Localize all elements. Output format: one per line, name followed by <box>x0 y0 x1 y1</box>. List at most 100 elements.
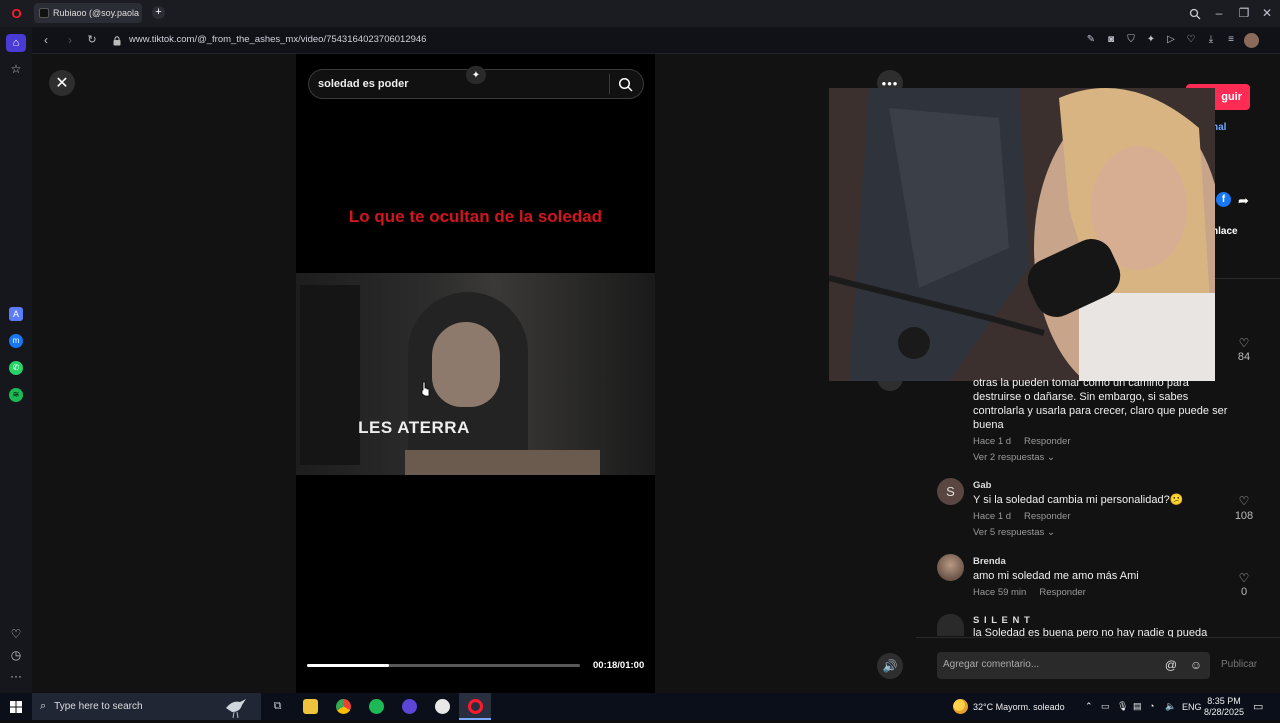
comment-author[interactable]: S I L E N T <box>973 615 1233 626</box>
search-icon[interactable] <box>618 77 633 92</box>
profile-avatar[interactable] <box>1244 33 1259 48</box>
new-tab-button[interactable]: + <box>152 6 165 19</box>
reload-icon[interactable]: ↻ <box>86 34 98 46</box>
maximize-button[interactable]: ❐ <box>1237 6 1251 20</box>
minimize-button[interactable]: – <box>1212 6 1226 20</box>
comment-input[interactable]: Agregar comentario... <box>943 659 1039 670</box>
ai-sparkle-icon[interactable]: ✦ <box>466 66 486 84</box>
more-icon[interactable]: ··· <box>9 669 23 683</box>
view-replies-label: Ver 2 respuestas <box>973 452 1045 463</box>
comment-item: S I L E N T la Soledad es buena pero no … <box>973 615 1233 637</box>
volume-button[interactable]: 🔊 <box>877 653 903 679</box>
extensions-icon[interactable]: ▷ <box>1165 34 1177 46</box>
reply-button[interactable]: Responder <box>1024 436 1070 447</box>
reply-button[interactable]: Responder <box>1039 587 1085 598</box>
video-person-face <box>432 322 500 407</box>
language-indicator[interactable]: ENG <box>1182 702 1202 712</box>
publish-button[interactable]: Publicar <box>1221 659 1257 670</box>
comment-text: otras la pueden tomar como un camino par… <box>973 376 1233 432</box>
close-window-button[interactable]: ✕ <box>1260 6 1274 20</box>
avatar[interactable] <box>937 554 964 581</box>
emoji-icon[interactable]: ☺ <box>1189 658 1203 672</box>
tab-search-icon[interactable] <box>1188 7 1201 20</box>
comment-line: controlarla y usarla para crecer, claro … <box>973 405 1228 417</box>
microphone-icon[interactable]: 🎙 <box>1117 701 1128 712</box>
video-time: 00:18/01:00 <box>593 660 645 671</box>
home-icon[interactable]: ⌂ <box>6 34 26 52</box>
webcam-overlay <box>829 88 1215 381</box>
wifi-icon[interactable]: ◔ <box>1149 701 1154 711</box>
network-icon[interactable]: ▤ <box>1133 701 1142 712</box>
like-icon[interactable]: ♡ <box>1231 336 1257 350</box>
comment-item: Brenda amo mi soledad me amo más Ami Hac… <box>973 556 1223 598</box>
comment-line: destruirse o dañarse. Sin embargo, si sa… <box>973 391 1189 403</box>
comment-text: amo mi soledad me amo más Ami <box>973 570 1139 582</box>
opera-logo-icon[interactable]: O <box>9 6 24 21</box>
avatar-letter: S <box>946 484 955 499</box>
chrome-icon[interactable] <box>336 699 351 714</box>
pinboard-icon[interactable]: ☆ <box>9 62 23 76</box>
tiktok-favicon-icon <box>39 8 49 18</box>
clock-time: 8:35 PM <box>1207 696 1241 706</box>
clock[interactable]: 8:35 PM 8/28/2025 <box>1204 696 1244 718</box>
comment-text: la Soledad es buena pero no hay nadie q … <box>973 627 1208 637</box>
forward-icon[interactable]: › <box>64 34 76 46</box>
facebook-share-icon[interactable]: f <box>1216 192 1231 207</box>
file-explorer-icon[interactable] <box>303 699 318 714</box>
comment-author[interactable]: Brenda <box>973 556 1223 567</box>
back-icon[interactable]: ‹ <box>40 34 52 46</box>
comment-item: otras la pueden tomar como un camino par… <box>973 376 1233 463</box>
comment-text: Y si la soledad cambia mi personalidad?😕 <box>973 494 1184 506</box>
like-icon[interactable]: ♡ <box>1231 571 1257 585</box>
spotify-taskbar-icon[interactable] <box>369 699 384 714</box>
heart-icon[interactable]: ♡ <box>9 627 23 641</box>
copy-link-button[interactable]: nlace <box>1212 226 1238 237</box>
vpn-icon[interactable]: ✦ <box>1145 34 1157 46</box>
menu-icon[interactable]: ≡ <box>1225 34 1237 46</box>
task-view-icon[interactable]: ⧉ <box>270 699 285 714</box>
windows-start-icon[interactable] <box>10 700 22 713</box>
history-icon[interactable]: ◷ <box>9 648 23 662</box>
messenger-icon[interactable]: m <box>9 334 23 348</box>
view-replies-button[interactable]: Ver 2 respuestas ⌄ <box>973 452 1233 463</box>
share-icon[interactable]: ➦ <box>1238 193 1249 209</box>
weather-text[interactable]: 32°C Mayorm. soleado <box>973 702 1065 712</box>
browser-tab-bar <box>0 0 1280 27</box>
avatar[interactable]: S <box>937 478 964 505</box>
close-video-button[interactable]: ✕ <box>49 70 75 96</box>
chevron-down-icon: ⌄ <box>1046 452 1055 463</box>
whatsapp-icon[interactable]: ✆ <box>9 361 23 375</box>
weather-icon <box>953 699 968 714</box>
like-icon[interactable]: ♡ <box>1231 494 1257 508</box>
bird-decoration <box>222 696 248 719</box>
aria-icon[interactable]: A <box>9 307 23 321</box>
spotify-icon[interactable]: ≋ <box>9 388 23 402</box>
speaker-icon[interactable]: 🔈 <box>1165 701 1176 712</box>
comment-author[interactable]: Gab <box>973 480 1223 491</box>
view-replies-button[interactable]: Ver 5 respuestas ⌄ <box>973 527 1223 538</box>
video-progress-fill <box>307 664 389 667</box>
shield-icon[interactable]: ⛉ <box>1125 34 1137 46</box>
tray-chevron-icon[interactable]: ⌃ <box>1085 701 1093 712</box>
video-table <box>405 450 600 475</box>
camera-icon[interactable]: ◙ <box>1105 34 1117 46</box>
browser-tab[interactable]: Rubiaoo (@soy.paola × <box>34 3 142 23</box>
app-icon[interactable] <box>402 699 417 714</box>
like-count: 84 <box>1237 351 1251 363</box>
comment-time: Hace 1 d <box>973 436 1012 447</box>
play-icon[interactable]: ♡ <box>1185 34 1197 46</box>
clock-date: 8/28/2025 <box>1204 707 1245 717</box>
download-icon[interactable]: ⤓ <box>1205 34 1217 46</box>
reply-button[interactable]: Responder <box>1024 511 1070 522</box>
video-background-shelf <box>300 285 360 465</box>
mention-icon[interactable]: @ <box>1164 658 1178 672</box>
search-icon: ⌕ <box>40 700 47 712</box>
tray-app-icon[interactable]: ▭ <box>1101 701 1110 712</box>
notifications-icon[interactable]: ▭ <box>1253 700 1263 713</box>
avatar[interactable] <box>937 614 964 636</box>
search-input[interactable]: soledad es poder <box>318 78 408 90</box>
obs-icon[interactable] <box>435 699 450 714</box>
edit-icon[interactable]: ✎ <box>1085 34 1097 46</box>
like-count: 0 <box>1240 586 1248 598</box>
url-field[interactable]: www.tiktok.com/@_from_the_ashes_mx/video… <box>129 34 426 45</box>
